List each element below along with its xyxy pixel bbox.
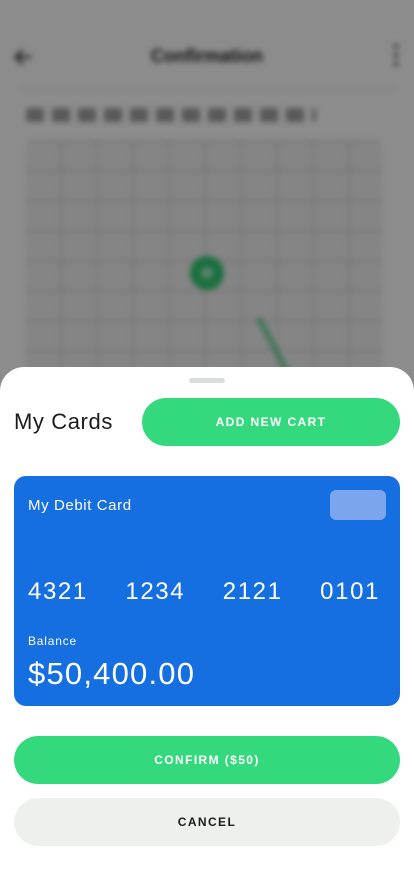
debit-card[interactable]: My Debit Card 4321 1234 2121 0101 Balanc… (14, 476, 400, 706)
card-chip-icon (330, 490, 386, 520)
cancel-button[interactable]: CANCEL (14, 798, 400, 846)
balance-label: Balance (28, 634, 77, 648)
sheet-grabber-handle[interactable] (189, 378, 225, 383)
card-number: 4321 1234 2121 0101 (28, 578, 380, 606)
balance-amount: $50,400.00 (28, 656, 196, 691)
my-cards-sheet: My Cards ADD NEW CART My Debit Card 4321… (0, 367, 414, 896)
card-name: My Debit Card (28, 497, 132, 514)
card-number-group: 0101 (320, 578, 380, 605)
card-number-group: 2121 (222, 578, 283, 605)
sheet-title: My Cards (14, 409, 113, 434)
card-number-group: 1234 (125, 578, 186, 605)
confirm-button[interactable]: CONFIRM ($50) (14, 736, 400, 784)
add-new-card-button[interactable]: ADD NEW CART (142, 398, 400, 446)
card-number-group: 4321 (28, 578, 88, 605)
